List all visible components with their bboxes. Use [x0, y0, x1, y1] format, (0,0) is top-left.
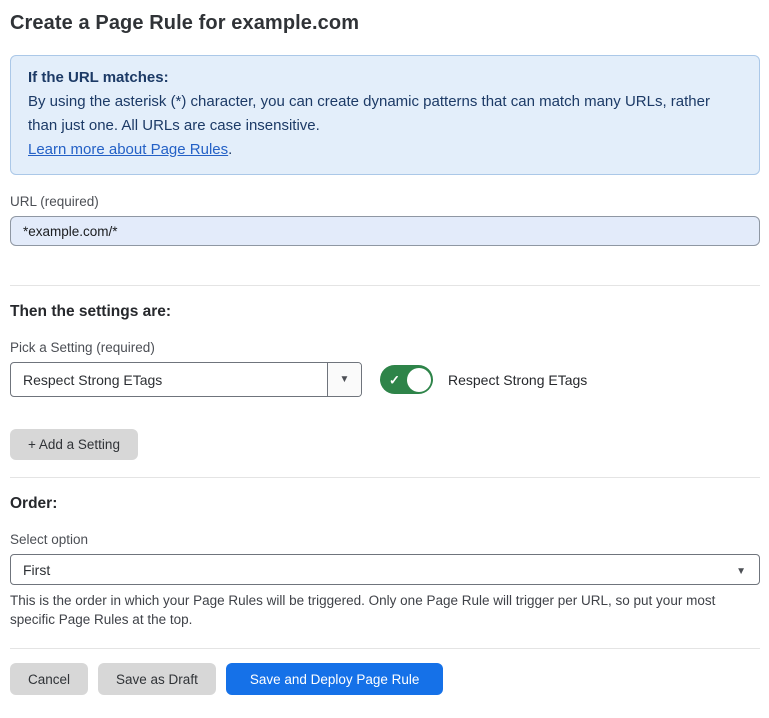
setting-row: Respect Strong ETags ▼ ✓ Respect Strong … — [10, 362, 760, 397]
divider — [10, 285, 760, 286]
order-heading: Order: — [10, 495, 760, 513]
setting-select-arrow-button[interactable]: ▼ — [327, 363, 361, 396]
url-field-label: URL (required) — [10, 194, 760, 209]
setting-select[interactable]: Respect Strong ETags ▼ — [10, 362, 362, 397]
divider — [10, 648, 760, 649]
page-title: Create a Page Rule for example.com — [10, 12, 760, 35]
page-rule-form: Create a Page Rule for example.com If th… — [0, 0, 769, 695]
learn-more-link[interactable]: Learn more about Page Rules — [28, 141, 228, 158]
divider — [10, 477, 760, 478]
info-box-link-line: Learn more about Page Rules. — [28, 138, 742, 162]
order-select-label: Select option — [10, 532, 760, 547]
caret-down-icon: ▼ — [736, 566, 746, 577]
setting-toggle-label: Respect Strong ETags — [448, 372, 587, 388]
setting-toggle[interactable]: ✓ — [380, 365, 433, 394]
order-select[interactable]: First ▼ — [10, 554, 760, 585]
order-select-value: First — [11, 562, 759, 578]
save-deploy-button[interactable]: Save and Deploy Page Rule — [226, 663, 444, 695]
link-period: . — [228, 141, 232, 158]
cancel-button[interactable]: Cancel — [10, 663, 88, 695]
add-setting-button[interactable]: + Add a Setting — [10, 429, 138, 460]
order-caret-wrap: ▼ — [736, 561, 746, 579]
caret-down-icon: ▼ — [340, 375, 350, 385]
pick-setting-label: Pick a Setting (required) — [10, 340, 760, 355]
check-icon: ✓ — [389, 373, 400, 386]
setting-select-value: Respect Strong ETags — [11, 372, 327, 388]
toggle-knob — [407, 368, 431, 392]
form-actions: Cancel Save as Draft Save and Deploy Pag… — [10, 663, 760, 695]
order-help-text: This is the order in which your Page Rul… — [10, 591, 752, 629]
url-input[interactable] — [10, 216, 760, 246]
info-box-body: By using the asterisk (*) character, you… — [28, 90, 742, 138]
info-box-heading: If the URL matches: — [28, 66, 742, 90]
url-match-info-box: If the URL matches: By using the asteris… — [10, 55, 760, 175]
settings-heading: Then the settings are: — [10, 303, 760, 321]
save-draft-button[interactable]: Save as Draft — [98, 663, 216, 695]
